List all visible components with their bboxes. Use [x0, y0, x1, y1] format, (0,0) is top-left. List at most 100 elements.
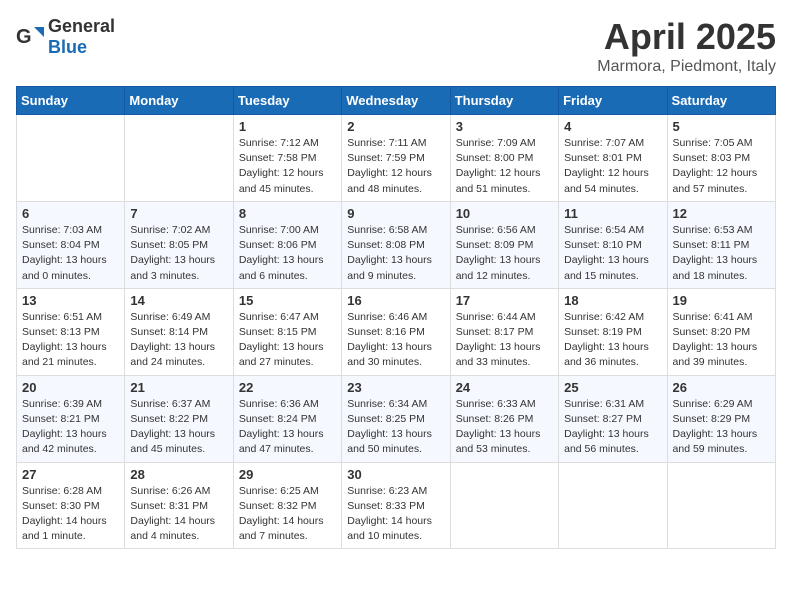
calendar-week-row: 20Sunrise: 6:39 AM Sunset: 8:21 PM Dayli… — [17, 375, 776, 462]
svg-text:G: G — [16, 26, 32, 48]
day-number: 4 — [564, 119, 661, 134]
day-number: 24 — [456, 380, 553, 395]
day-info: Sunrise: 6:33 AM Sunset: 8:26 PM Dayligh… — [456, 397, 553, 458]
location-title: Marmora, Piedmont, Italy — [597, 58, 776, 76]
calendar-cell — [559, 462, 667, 549]
day-number: 19 — [673, 293, 770, 308]
col-header-wednesday: Wednesday — [342, 87, 450, 115]
calendar-table: SundayMondayTuesdayWednesdayThursdayFrid… — [16, 86, 776, 549]
day-number: 2 — [347, 119, 444, 134]
logo: G General Blue — [16, 16, 115, 58]
calendar-cell: 28 Sunrise: 6:26 AM Sunset: 8:31 PM Dayli… — [125, 462, 233, 549]
day-info: Sunrise: 7:11 AM Sunset: 7:59 PM Dayligh… — [347, 136, 444, 197]
day-info: Sunrise: 7:07 AM Sunset: 8:01 PM Dayligh… — [564, 136, 661, 197]
logo-icon: G — [16, 23, 44, 51]
day-number: 14 — [130, 293, 227, 308]
day-info: Sunrise: 7:00 AM Sunset: 8:06 PM Dayligh… — [239, 223, 336, 284]
day-info: Sunrise: 7:09 AM Sunset: 8:00 PM Dayligh… — [456, 136, 553, 197]
calendar-cell: 13Sunrise: 6:51 AM Sunset: 8:13 PM Dayli… — [17, 288, 125, 375]
day-info: Sunrise: 6:53 AM Sunset: 8:11 PM Dayligh… — [673, 223, 770, 284]
logo-general: General — [48, 16, 115, 36]
day-number: 15 — [239, 293, 336, 308]
logo-blue: Blue — [48, 37, 87, 57]
day-info: Sunrise: 7:02 AM Sunset: 8:05 PM Dayligh… — [130, 223, 227, 284]
calendar-cell: 9 Sunrise: 6:58 AM Sunset: 8:08 PM Daylig… — [342, 201, 450, 288]
day-info: Sunrise: 7:05 AM Sunset: 8:03 PM Dayligh… — [673, 136, 770, 197]
calendar-cell — [667, 462, 775, 549]
day-info: Sunrise: 6:51 AM Sunset: 8:13 PM Dayligh… — [22, 310, 119, 371]
col-header-tuesday: Tuesday — [233, 87, 341, 115]
calendar-week-row: 6Sunrise: 7:03 AM Sunset: 8:04 PM Daylig… — [17, 201, 776, 288]
day-info: Sunrise: 6:36 AM Sunset: 8:24 PM Dayligh… — [239, 397, 336, 458]
day-number: 1 — [239, 119, 336, 134]
page-header: G General Blue April 2025 Marmora, Piedm… — [16, 16, 776, 76]
calendar-cell — [17, 115, 125, 202]
calendar-cell: 29Sunrise: 6:25 AM Sunset: 8:32 PM Dayli… — [233, 462, 341, 549]
calendar-cell: 16Sunrise: 6:46 AM Sunset: 8:16 PM Dayli… — [342, 288, 450, 375]
calendar-cell: 5 Sunrise: 7:05 AM Sunset: 8:03 PM Daylig… — [667, 115, 775, 202]
day-number: 30 — [347, 467, 444, 482]
calendar-cell: 2 Sunrise: 7:11 AM Sunset: 7:59 PM Daylig… — [342, 115, 450, 202]
day-info: Sunrise: 6:25 AM Sunset: 8:32 PM Dayligh… — [239, 484, 336, 545]
day-number: 21 — [130, 380, 227, 395]
day-number: 9 — [347, 206, 444, 221]
day-info: Sunrise: 6:44 AM Sunset: 8:17 PM Dayligh… — [456, 310, 553, 371]
day-number: 8 — [239, 206, 336, 221]
calendar-cell: 30 Sunrise: 6:23 AM Sunset: 8:33 PM Dayli… — [342, 462, 450, 549]
day-info: Sunrise: 6:41 AM Sunset: 8:20 PM Dayligh… — [673, 310, 770, 371]
day-info: Sunrise: 6:58 AM Sunset: 8:08 PM Dayligh… — [347, 223, 444, 284]
calendar-cell: 7 Sunrise: 7:02 AM Sunset: 8:05 PM Daylig… — [125, 201, 233, 288]
day-number: 27 — [22, 467, 119, 482]
calendar-cell: 3 Sunrise: 7:09 AM Sunset: 8:00 PM Daylig… — [450, 115, 558, 202]
day-info: Sunrise: 6:29 AM Sunset: 8:29 PM Dayligh… — [673, 397, 770, 458]
day-info: Sunrise: 6:54 AM Sunset: 8:10 PM Dayligh… — [564, 223, 661, 284]
calendar-cell: 23Sunrise: 6:34 AM Sunset: 8:25 PM Dayli… — [342, 375, 450, 462]
calendar-cell — [450, 462, 558, 549]
day-number: 6 — [22, 206, 119, 221]
calendar-cell: 4 Sunrise: 7:07 AM Sunset: 8:01 PM Daylig… — [559, 115, 667, 202]
calendar-cell: 6Sunrise: 7:03 AM Sunset: 8:04 PM Daylig… — [17, 201, 125, 288]
day-number: 17 — [456, 293, 553, 308]
day-info: Sunrise: 6:28 AM Sunset: 8:30 PM Dayligh… — [22, 484, 119, 545]
day-number: 12 — [673, 206, 770, 221]
day-number: 3 — [456, 119, 553, 134]
col-header-monday: Monday — [125, 87, 233, 115]
calendar-header-row: SundayMondayTuesdayWednesdayThursdayFrid… — [17, 87, 776, 115]
day-info: Sunrise: 6:56 AM Sunset: 8:09 PM Dayligh… — [456, 223, 553, 284]
day-number: 22 — [239, 380, 336, 395]
day-info: Sunrise: 6:26 AM Sunset: 8:31 PM Dayligh… — [130, 484, 227, 545]
day-number: 18 — [564, 293, 661, 308]
day-info: Sunrise: 6:47 AM Sunset: 8:15 PM Dayligh… — [239, 310, 336, 371]
title-area: April 2025 Marmora, Piedmont, Italy — [597, 16, 776, 76]
logo-text: General Blue — [48, 16, 115, 58]
day-number: 23 — [347, 380, 444, 395]
calendar-cell: 26 Sunrise: 6:29 AM Sunset: 8:29 PM Dayli… — [667, 375, 775, 462]
col-header-saturday: Saturday — [667, 87, 775, 115]
calendar-week-row: 27 Sunrise: 6:28 AM Sunset: 8:30 PM Dayli… — [17, 462, 776, 549]
day-info: Sunrise: 7:12 AM Sunset: 7:58 PM Dayligh… — [239, 136, 336, 197]
day-info: Sunrise: 6:39 AM Sunset: 8:21 PM Dayligh… — [22, 397, 119, 458]
month-title: April 2025 — [597, 16, 776, 58]
day-info: Sunrise: 6:31 AM Sunset: 8:27 PM Dayligh… — [564, 397, 661, 458]
col-header-friday: Friday — [559, 87, 667, 115]
calendar-cell: 17 Sunrise: 6:44 AM Sunset: 8:17 PM Dayli… — [450, 288, 558, 375]
day-info: Sunrise: 6:23 AM Sunset: 8:33 PM Dayligh… — [347, 484, 444, 545]
calendar-cell: 24 Sunrise: 6:33 AM Sunset: 8:26 PM Dayli… — [450, 375, 558, 462]
day-info: Sunrise: 6:49 AM Sunset: 8:14 PM Dayligh… — [130, 310, 227, 371]
calendar-cell: 22 Sunrise: 6:36 AM Sunset: 8:24 PM Dayli… — [233, 375, 341, 462]
calendar-cell: 8 Sunrise: 7:00 AM Sunset: 8:06 PM Daylig… — [233, 201, 341, 288]
calendar-cell: 21 Sunrise: 6:37 AM Sunset: 8:22 PM Dayli… — [125, 375, 233, 462]
day-number: 25 — [564, 380, 661, 395]
day-number: 5 — [673, 119, 770, 134]
day-info: Sunrise: 6:46 AM Sunset: 8:16 PM Dayligh… — [347, 310, 444, 371]
day-number: 7 — [130, 206, 227, 221]
day-number: 28 — [130, 467, 227, 482]
calendar-cell: 15 Sunrise: 6:47 AM Sunset: 8:15 PM Dayli… — [233, 288, 341, 375]
calendar-cell: 20Sunrise: 6:39 AM Sunset: 8:21 PM Dayli… — [17, 375, 125, 462]
col-header-sunday: Sunday — [17, 87, 125, 115]
day-number: 10 — [456, 206, 553, 221]
day-number: 11 — [564, 206, 661, 221]
day-info: Sunrise: 6:37 AM Sunset: 8:22 PM Dayligh… — [130, 397, 227, 458]
col-header-thursday: Thursday — [450, 87, 558, 115]
day-number: 26 — [673, 380, 770, 395]
